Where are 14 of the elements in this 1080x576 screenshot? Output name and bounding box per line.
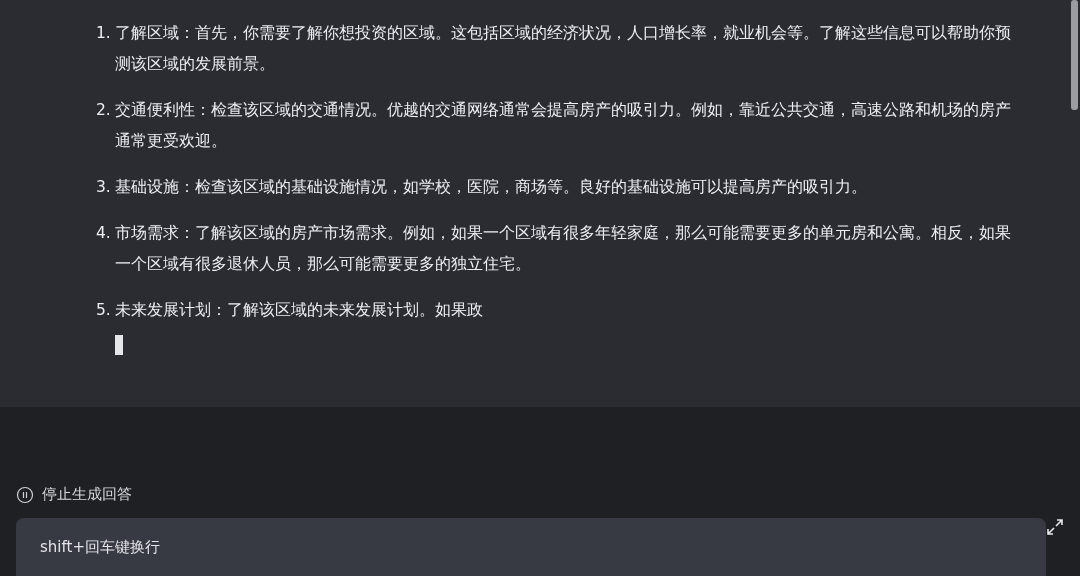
list-item-text: 未来发展计划：了解该区域的未来发展计划。如果政 <box>115 300 484 321</box>
expand-icon[interactable] <box>1046 518 1064 536</box>
list-number: 3. <box>96 177 112 198</box>
scrollbar-thumb[interactable] <box>1071 0 1078 110</box>
list-number: 2. <box>96 100 112 121</box>
pause-icon <box>16 485 34 504</box>
list-item-text: 交通便利性：检查该区域的交通情况。优越的交通网络通常会提高房产的吸引力。例如，靠近公共交通，高速公路和机场的房产通常更受欢迎。 <box>115 100 1012 152</box>
list-item-text: 了解区域：首先，你需要了解你想投资的区域。这包括区域的经济状况，人口增长率，就业机会等。了解这些信息可以帮助你预测该区域的发展前景。 <box>115 23 1012 75</box>
list-number: 4. <box>96 223 112 244</box>
list-number: 1. <box>96 23 112 44</box>
list-item-text: 基础设施：检查该区域的基础设施情况，如学校，医院，商场等。良好的基础设施可以提高房产的吸引力。 <box>115 177 868 198</box>
list-number: 5. <box>96 300 112 321</box>
list-item-text: 市场需求：了解该区域的房产市场需求。例如，如果一个区域有很多年轻家庭，那么可能需要更多的单元房和公寓。相反，如果一个区域有很多退休人员，那么可能需要更多的独立住宅。 <box>115 223 1012 275</box>
stop-generating-button[interactable]: 停止生成回答 <box>16 485 132 504</box>
